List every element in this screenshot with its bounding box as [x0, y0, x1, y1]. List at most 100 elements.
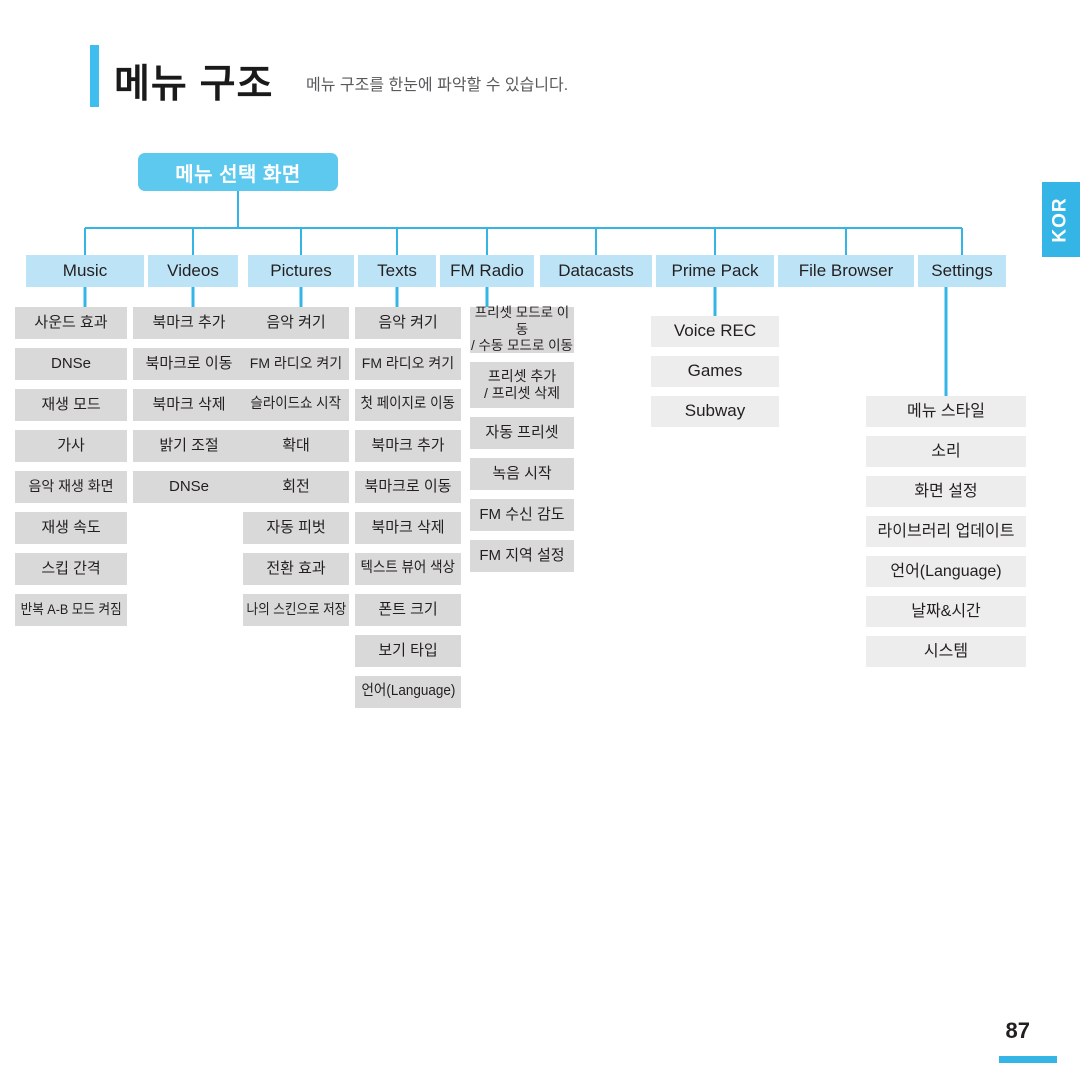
- child-label: 소리: [931, 442, 961, 460]
- category-datacasts[interactable]: Datacasts: [540, 255, 652, 287]
- child-label: 날짜&시간: [911, 602, 981, 620]
- child-label: 북마크로 이동: [145, 354, 233, 372]
- category-label: FM Radio: [450, 261, 524, 280]
- child-label: DNSe: [168, 477, 209, 495]
- child-item[interactable]: FM 라디오 켜기: [355, 348, 461, 380]
- child-label: 폰트 크기: [378, 600, 438, 618]
- child-label: 언어(Language): [890, 562, 1002, 580]
- child-label: 메뉴 스타일: [906, 402, 986, 420]
- child-label: 라이브러리 업데이트: [877, 522, 1015, 540]
- category-music[interactable]: Music: [26, 255, 144, 287]
- child-label: 재생 모드: [41, 395, 101, 413]
- child-label: 자동 프리셋: [485, 423, 559, 441]
- child-item[interactable]: DNSe: [15, 348, 127, 380]
- child-item[interactable]: 라이브러리 업데이트: [866, 516, 1026, 547]
- child-label: FM 라디오 켜기: [361, 355, 455, 372]
- child-item[interactable]: DNSe: [133, 471, 245, 503]
- tree-root-node[interactable]: 메뉴 선택 화면: [138, 153, 338, 191]
- child-item[interactable]: 회전: [243, 471, 349, 503]
- child-column-texts: 음악 켜기 FM 라디오 켜기 첫 페이지로 이동 북마크 추가 북마크로 이동…: [355, 307, 461, 717]
- category-fm-radio[interactable]: FM Radio: [440, 255, 534, 287]
- child-item[interactable]: Games: [651, 356, 779, 387]
- child-label: 가사: [57, 436, 85, 454]
- child-item[interactable]: FM 라디오 켜기: [243, 348, 349, 380]
- child-item[interactable]: 시스템: [866, 636, 1026, 667]
- footer-accent-rule: [999, 1056, 1057, 1063]
- child-item[interactable]: 언어(Language): [866, 556, 1026, 587]
- child-item[interactable]: 북마크 삭제: [133, 389, 245, 421]
- category-videos[interactable]: Videos: [148, 255, 238, 287]
- child-item[interactable]: Voice REC: [651, 316, 779, 347]
- child-label: 프리셋 추가 / 프리셋 삭제: [483, 367, 561, 401]
- child-column-fm-radio: 프리셋 모드로 이동 / 수동 모드로 이동 프리셋 추가 / 프리셋 삭제 자…: [470, 305, 574, 581]
- child-label: 북마크 추가: [371, 436, 445, 454]
- category-label: Prime Pack: [671, 261, 759, 280]
- child-label: 북마크 삭제: [152, 395, 226, 413]
- child-column-videos: 북마크 추가 북마크로 이동 북마크 삭제 밝기 조절 DNSe: [133, 307, 245, 512]
- child-item[interactable]: 날짜&시간: [866, 596, 1026, 627]
- child-item[interactable]: 음악 재생 화면: [15, 471, 127, 503]
- child-item[interactable]: FM 지역 설정: [470, 540, 574, 572]
- child-item[interactable]: 북마크 삭제: [355, 512, 461, 544]
- child-item[interactable]: 화면 설정: [866, 476, 1026, 507]
- child-label: 자동 피벗: [266, 518, 326, 536]
- child-item[interactable]: 언어(Language): [355, 676, 461, 708]
- child-item[interactable]: 사운드 효과: [15, 307, 127, 339]
- child-item[interactable]: FM 수신 감도: [470, 499, 574, 531]
- child-item[interactable]: 텍스트 뷰어 색상: [355, 553, 461, 585]
- child-item[interactable]: 확대: [243, 430, 349, 462]
- child-item[interactable]: 보기 타입: [355, 635, 461, 667]
- child-label: 반복 A-B 모드 켜짐: [20, 601, 122, 618]
- category-settings[interactable]: Settings: [918, 255, 1006, 287]
- child-column-prime-pack: Voice REC Games Subway: [651, 316, 779, 436]
- child-item[interactable]: 재생 모드: [15, 389, 127, 421]
- child-label: 북마크로 이동: [364, 477, 452, 495]
- child-label: FM 라디오 켜기: [249, 355, 343, 372]
- child-label: 회전: [282, 477, 310, 495]
- category-texts[interactable]: Texts: [358, 255, 436, 287]
- child-label: 시스템: [923, 642, 969, 660]
- child-label: 화면 설정: [914, 482, 978, 500]
- child-label: Subway: [684, 401, 746, 421]
- child-item[interactable]: 음악 켜기: [355, 307, 461, 339]
- child-item[interactable]: Subway: [651, 396, 779, 427]
- child-label: 음악 켜기: [266, 313, 326, 331]
- child-label: DNSe: [50, 354, 91, 372]
- child-item[interactable]: 자동 피벗: [243, 512, 349, 544]
- child-item[interactable]: 반복 A-B 모드 켜짐: [15, 594, 127, 626]
- child-item[interactable]: 밝기 조절: [133, 430, 245, 462]
- child-item[interactable]: 프리셋 모드로 이동 / 수동 모드로 이동: [470, 305, 574, 354]
- child-item[interactable]: 첫 페이지로 이동: [355, 389, 461, 421]
- child-item[interactable]: 슬라이드쇼 시작: [243, 389, 349, 421]
- child-label: FM 지역 설정: [479, 546, 565, 564]
- child-item[interactable]: 폰트 크기: [355, 594, 461, 626]
- tree-root-label: 메뉴 선택 화면: [175, 163, 301, 186]
- category-label: Settings: [931, 261, 993, 280]
- child-column-settings: 메뉴 스타일 소리 화면 설정 라이브러리 업데이트 언어(Language) …: [866, 396, 1026, 676]
- child-item[interactable]: 자동 프리셋: [470, 417, 574, 449]
- child-item[interactable]: 소리: [866, 436, 1026, 467]
- child-item[interactable]: 북마크로 이동: [133, 348, 245, 380]
- category-pictures[interactable]: Pictures: [248, 255, 354, 287]
- child-item[interactable]: 음악 켜기: [243, 307, 349, 339]
- child-item[interactable]: 가사: [15, 430, 127, 462]
- child-item[interactable]: 북마크로 이동: [355, 471, 461, 503]
- child-item[interactable]: 나의 스킨으로 저장: [243, 594, 349, 626]
- child-label: Games: [687, 361, 743, 381]
- child-label: 프리셋 모드로 이동 / 수동 모드로 이동: [471, 305, 573, 354]
- category-file-browser[interactable]: File Browser: [778, 255, 914, 287]
- child-item[interactable]: 프리셋 추가 / 프리셋 삭제: [470, 362, 574, 408]
- child-label: 사운드 효과: [34, 313, 108, 331]
- category-label: Datacasts: [558, 261, 634, 280]
- child-label: 보기 타입: [378, 641, 438, 659]
- child-item[interactable]: 전환 효과: [243, 553, 349, 585]
- child-item[interactable]: 재생 속도: [15, 512, 127, 544]
- child-item[interactable]: 메뉴 스타일: [866, 396, 1026, 427]
- menu-structure-tree: 메뉴 선택 화면 Music Videos Pictures Texts FM …: [0, 0, 1080, 760]
- child-item[interactable]: 스킵 간격: [15, 553, 127, 585]
- category-prime-pack[interactable]: Prime Pack: [656, 255, 774, 287]
- child-label: 확대: [282, 436, 310, 454]
- child-item[interactable]: 녹음 시작: [470, 458, 574, 490]
- child-item[interactable]: 북마크 추가: [133, 307, 245, 339]
- child-item[interactable]: 북마크 추가: [355, 430, 461, 462]
